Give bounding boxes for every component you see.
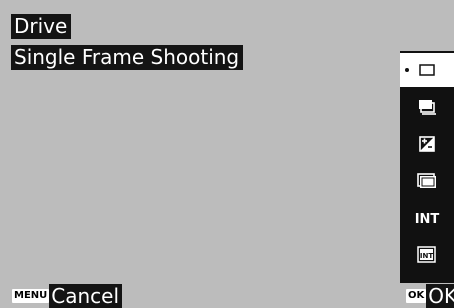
drive-option-interval-composite[interactable]: INT <box>400 238 454 272</box>
camera-drive-screen: Drive Single Frame Shooting INT INT MENU… <box>0 0 454 308</box>
drive-option-continuous[interactable] <box>400 90 454 124</box>
selection-bullet-icon <box>405 68 409 72</box>
interval-shooting-icon: INT <box>414 210 440 226</box>
ok-label: OK <box>426 284 454 308</box>
ok-control[interactable]: OK OK <box>406 284 454 308</box>
cancel-label: Cancel <box>49 284 123 308</box>
drive-option-multi-exposure[interactable] <box>400 164 454 198</box>
drive-option-interval-shooting[interactable]: INT <box>400 201 454 235</box>
cancel-control[interactable]: MENU Cancel <box>12 284 123 308</box>
svg-text:INT: INT <box>415 212 440 226</box>
svg-text:INT: INT <box>420 252 433 260</box>
menu-key-badge: MENU <box>12 289 50 303</box>
exposure-bracketing-icon <box>418 135 436 153</box>
single-frame-icon <box>418 63 436 77</box>
drive-mode-description: Single Frame Shooting <box>11 45 244 70</box>
multi-exposure-icon <box>416 172 438 190</box>
interval-composite-icon: INT <box>416 245 438 265</box>
ok-key-badge: OK <box>406 289 427 303</box>
drive-option-exposure-bracketing[interactable] <box>400 127 454 161</box>
drive-option-single-frame[interactable] <box>400 53 454 87</box>
page-title: Drive <box>11 14 72 39</box>
continuous-shooting-icon <box>417 98 437 116</box>
drive-mode-menu: INT INT <box>400 51 454 283</box>
